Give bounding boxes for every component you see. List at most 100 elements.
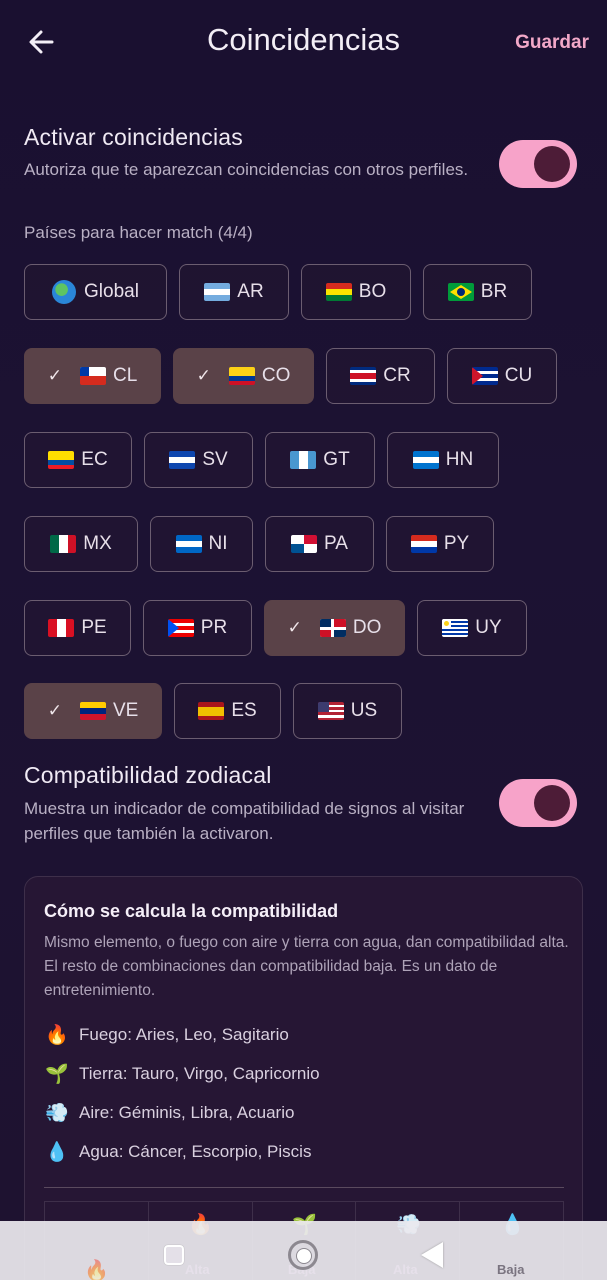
fire-icon: 🔥: [84, 1260, 109, 1280]
check-icon: ✓: [47, 701, 62, 720]
flag-cu-icon: [471, 367, 498, 385]
country-chip-ar[interactable]: AR: [179, 264, 289, 320]
flag-uy-icon: [442, 619, 469, 637]
flag-cr-icon: [350, 367, 377, 385]
card-description: Mismo elemento, o fuego con aire y tierr…: [44, 934, 569, 999]
element-row-air: 💨 Aire: Géminis, Libra, Acuario: [45, 1101, 294, 1125]
matches-toggle[interactable]: [499, 140, 577, 188]
country-chip-pr[interactable]: PR: [143, 600, 252, 656]
grid-label: Baja: [497, 1262, 525, 1277]
chip-label: CL: [112, 365, 138, 386]
matches-title: Activar coincidencias: [24, 124, 243, 150]
country-chip-hn[interactable]: HN: [387, 432, 499, 488]
check-icon: ✓: [196, 366, 211, 385]
droplet-icon: 💧: [45, 1142, 69, 1163]
chip-label: Global: [84, 281, 139, 302]
flag-gt-icon: [290, 451, 317, 469]
flag-sv-icon: [169, 451, 196, 469]
zodiac-toggle[interactable]: [499, 779, 577, 827]
element-label: Fuego: Aries, Leo, Sagitario: [79, 1025, 289, 1044]
country-chip-br[interactable]: BR: [423, 264, 532, 320]
flag-hn-icon: [412, 451, 439, 469]
country-chip-pe[interactable]: PE: [24, 600, 131, 656]
flag-ar-icon: [204, 283, 231, 301]
country-chip-bo[interactable]: BO: [301, 264, 411, 320]
flag-pa-icon: [291, 535, 318, 553]
country-chip-cr[interactable]: CR: [326, 348, 435, 404]
fire-icon: 🔥: [45, 1025, 69, 1046]
country-chip-uy[interactable]: UY: [417, 600, 527, 656]
divider: [44, 1187, 564, 1188]
chip-label: MX: [83, 533, 112, 554]
country-chip-ni[interactable]: NI: [150, 516, 253, 572]
country-chip-py[interactable]: PY: [386, 516, 494, 572]
element-row-earth: 🌱 Tierra: Tauro, Virgo, Capricornio: [45, 1062, 319, 1086]
chip-row-4: MX NI PA PY: [24, 516, 494, 572]
chip-row-5: PE PR ✓ DO UY: [24, 600, 527, 656]
chip-label: VE: [112, 700, 139, 721]
seedling-icon: 🌱: [45, 1064, 69, 1085]
country-chip-ve[interactable]: ✓ VE: [24, 683, 162, 739]
country-chip-es[interactable]: ES: [174, 683, 281, 739]
country-chip-global[interactable]: Global: [24, 264, 167, 320]
wind-icon: 💨: [45, 1103, 69, 1124]
element-label: Aire: Géminis, Libra, Acuario: [79, 1103, 295, 1122]
chip-row-2: ✓ CL ✓ CO CR CU: [24, 348, 557, 404]
chip-label: PR: [200, 617, 228, 638]
flag-do-icon: [319, 619, 346, 637]
country-chip-pa[interactable]: PA: [265, 516, 374, 572]
element-label: Agua: Cáncer, Escorpio, Piscis: [79, 1142, 312, 1161]
flag-mx-icon: [50, 535, 77, 553]
flag-br-icon: [447, 283, 474, 301]
chip-label: DO: [352, 617, 382, 638]
save-button[interactable]: Guardar: [515, 32, 589, 54]
chip-label: PY: [443, 533, 470, 554]
chip-label: NI: [208, 533, 228, 554]
chip-label: BR: [480, 281, 508, 302]
chip-label: SV: [202, 449, 228, 470]
zodiac-description: Muestra un indicador de compatibilidad d…: [24, 799, 465, 843]
element-row-fire: 🔥 Fuego: Aries, Leo, Sagitario: [45, 1023, 289, 1047]
country-chip-co[interactable]: ✓ CO: [173, 348, 314, 404]
chip-label: ES: [231, 700, 257, 721]
recent-apps-button[interactable]: [164, 1245, 184, 1265]
check-icon: ✓: [47, 366, 62, 385]
toggle-knob: [534, 785, 570, 821]
flag-ec-icon: [48, 451, 75, 469]
grid-label: Alta: [393, 1262, 418, 1277]
chip-label: HN: [445, 449, 474, 470]
chip-label: UY: [475, 617, 502, 638]
home-button[interactable]: [288, 1240, 318, 1270]
flag-co-icon: [228, 367, 255, 385]
flag-pe-icon: [48, 619, 75, 637]
flag-us-icon: [317, 702, 344, 720]
flag-cl-icon: [79, 367, 106, 385]
flag-pr-icon: [167, 619, 194, 637]
element-row-water: 💧 Agua: Cáncer, Escorpio, Piscis: [45, 1140, 311, 1164]
country-chip-gt[interactable]: GT: [265, 432, 375, 488]
chip-row-6: ✓ VE ES US: [24, 683, 402, 739]
country-chip-do[interactable]: ✓ DO: [264, 600, 405, 656]
chip-label: PE: [81, 617, 107, 638]
country-chip-cl[interactable]: ✓ CL: [24, 348, 161, 404]
globe-icon: [52, 280, 77, 304]
country-chip-sv[interactable]: SV: [144, 432, 253, 488]
chip-label: EC: [81, 449, 108, 470]
flag-ni-icon: [175, 535, 202, 553]
chip-label: PA: [324, 533, 348, 554]
chip-label: AR: [237, 281, 264, 302]
back-nav-button[interactable]: [421, 1242, 443, 1268]
country-chip-cu[interactable]: CU: [447, 348, 557, 404]
flag-ve-icon: [79, 702, 106, 720]
countries-label: Países para hacer match (4/4): [24, 223, 253, 242]
chip-label: US: [350, 700, 378, 721]
country-chip-us[interactable]: US: [293, 683, 402, 739]
country-chip-ec[interactable]: EC: [24, 432, 132, 488]
check-icon: ✓: [287, 618, 302, 637]
grid-label: Alta: [185, 1262, 210, 1277]
chip-label: GT: [323, 449, 350, 470]
chip-label: CU: [504, 365, 533, 386]
toggle-knob: [534, 146, 570, 182]
country-chip-mx[interactable]: MX: [24, 516, 138, 572]
chip-row-3: EC SV GT HN: [24, 432, 499, 488]
